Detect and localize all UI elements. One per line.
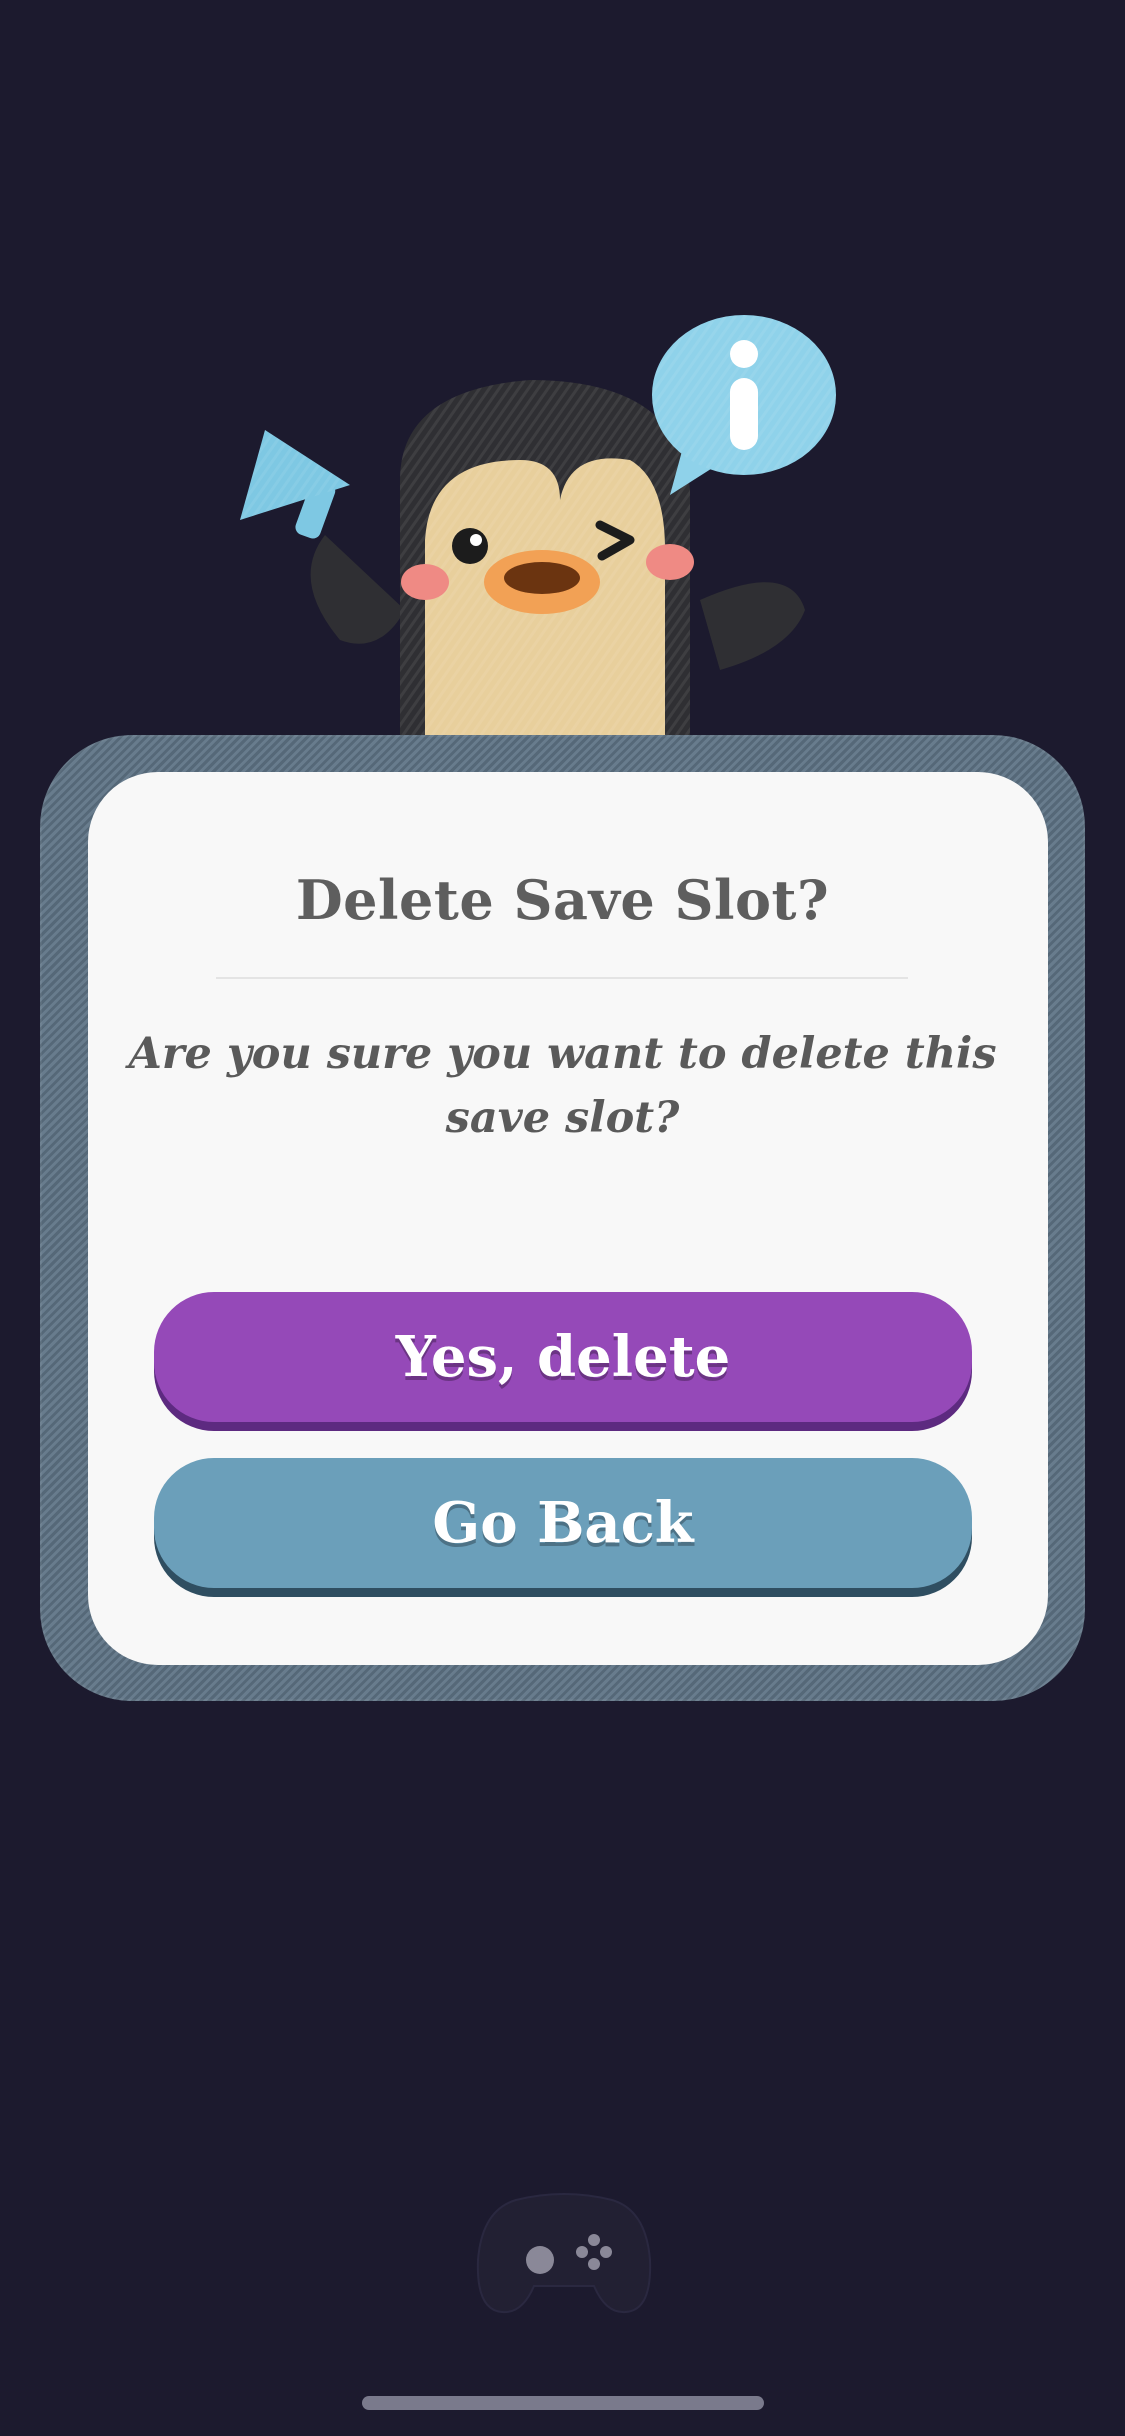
go-back-button[interactable]: Go Back <box>154 1458 972 1588</box>
home-indicator[interactable] <box>362 2396 764 2410</box>
info-speech-bubble-icon <box>652 315 836 495</box>
yes-delete-label: Yes, delete <box>395 1324 731 1390</box>
go-back-label: Go Back <box>432 1490 694 1556</box>
dialog-message: Are you sure you want to delete this sav… <box>128 1029 997 1143</box>
penguin-mascot-illustration <box>240 315 836 780</box>
title-divider <box>216 977 908 979</box>
megaphone-icon <box>240 430 350 539</box>
gamepad-icon <box>476 2193 652 2314</box>
delete-save-slot-screen: Delete Save Slot? Are you sure you want … <box>0 0 1125 2436</box>
dialog-title: Delete Save Slot? <box>295 868 830 932</box>
yes-delete-button[interactable]: Yes, delete <box>154 1292 972 1422</box>
